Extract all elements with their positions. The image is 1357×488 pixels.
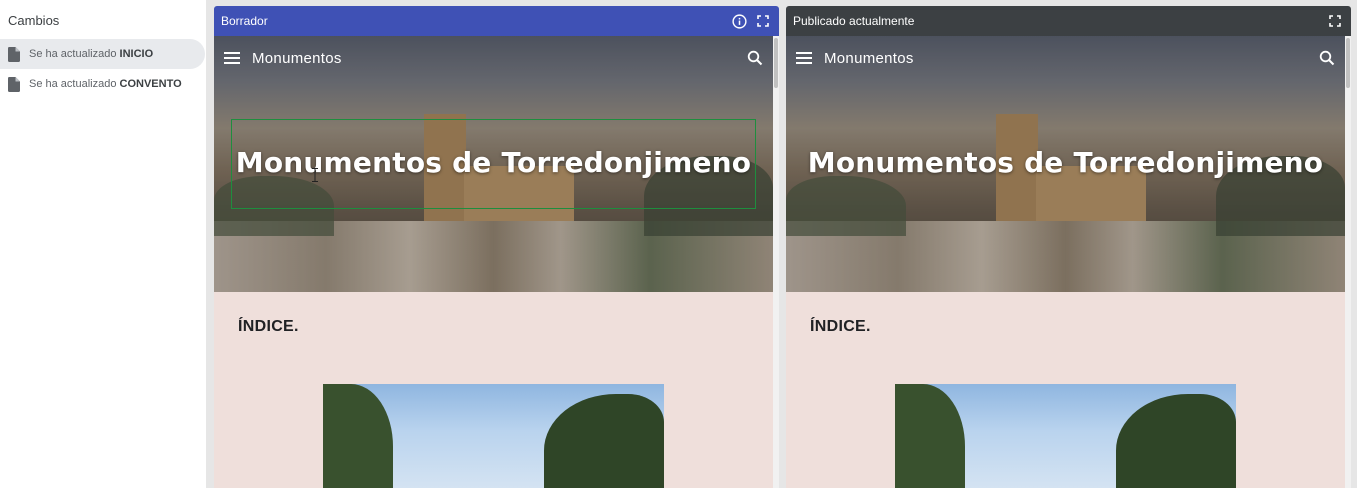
draft-preview: Monumentos Monumentos de Torredonjimeno …	[214, 36, 773, 488]
search-icon[interactable]	[1319, 50, 1335, 66]
published-panel: Publicado actualmente Monumentos Monumen…	[786, 6, 1351, 488]
fullscreen-icon[interactable]	[754, 12, 772, 30]
hamburger-menu-icon[interactable]	[796, 52, 812, 64]
photo-tree	[323, 384, 393, 488]
fullscreen-icon[interactable]	[1326, 12, 1344, 30]
published-preview: Monumentos Monumentos de Torredonjimeno …	[786, 36, 1345, 488]
published-scrollbar[interactable]	[1345, 36, 1351, 488]
change-item-inicio[interactable]: Se ha actualizado INICIO	[0, 39, 205, 69]
hamburger-menu-icon[interactable]	[224, 52, 240, 64]
hero-banner: Monumentos Monumentos de Torredonjimeno	[214, 36, 773, 292]
site-nav: Monumentos	[214, 36, 773, 80]
section-photo	[895, 384, 1236, 488]
site-brand[interactable]: Monumentos	[252, 50, 747, 67]
sidebar-title: Cambios	[8, 13, 60, 28]
changes-sidebar: Cambios Se ha actualizado INICIO Se ha a…	[0, 0, 206, 488]
draft-panel: Borrador Monumentos Monumentos de Torred…	[214, 6, 779, 488]
photo-tree	[544, 394, 664, 488]
site-brand[interactable]: Monumentos	[824, 50, 1319, 67]
photo-tree	[1116, 394, 1236, 488]
selection-outline	[231, 119, 756, 209]
photo-tree	[895, 384, 965, 488]
change-item-convento[interactable]: Se ha actualizado CONVENTO	[0, 69, 205, 99]
document-icon	[8, 46, 20, 62]
section-heading: ÍNDICE.	[810, 318, 871, 335]
draft-panel-header: Borrador	[214, 6, 779, 36]
change-item-label: Se ha actualizado INICIO	[29, 48, 154, 60]
site-nav: Monumentos	[786, 36, 1345, 80]
draft-panel-title: Borrador	[221, 14, 268, 28]
published-panel-header: Publicado actualmente	[786, 6, 1351, 36]
info-icon[interactable]	[730, 12, 748, 30]
section-heading: ÍNDICE.	[238, 318, 299, 335]
search-icon[interactable]	[747, 50, 763, 66]
text-cursor-icon	[312, 168, 318, 182]
published-panel-title: Publicado actualmente	[793, 14, 915, 28]
hero-title: Monumentos de Torredonjimeno	[807, 146, 1324, 179]
draft-scrollbar[interactable]	[773, 36, 779, 488]
section-photo	[323, 384, 664, 488]
document-icon	[8, 76, 20, 92]
change-item-label: Se ha actualizado CONVENTO	[29, 78, 182, 90]
hero-banner: Monumentos Monumentos de Torredonjimeno	[786, 36, 1345, 292]
